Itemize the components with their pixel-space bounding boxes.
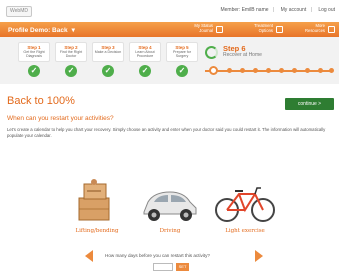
days-question: How many days before you can restart thi… (105, 253, 210, 258)
days-input[interactable] (153, 263, 173, 271)
menu-bar: Profile Demo: Back ▾ My Status Journal Tr… (0, 22, 339, 37)
top-bar: WebMD Member: EmilB name | My account | … (0, 0, 339, 22)
next-arrow-icon[interactable] (255, 250, 263, 262)
treatment-options-button[interactable]: Treatment Options (232, 23, 284, 36)
profile-title[interactable]: Profile Demo: Back ▾ (8, 26, 75, 34)
member-name: Member: EmilB name (220, 7, 269, 13)
step-2[interactable]: Step 2 Find the Right Doctor (55, 42, 87, 62)
progress-dot[interactable] (305, 68, 310, 73)
current-step-label: Recover at Home (223, 52, 262, 58)
progress-dot[interactable] (266, 68, 271, 73)
section-subhead: When can you restart your activities? (7, 115, 114, 122)
step-4[interactable]: Step 4 Learn About Procedure (129, 42, 161, 62)
progress-dot[interactable] (240, 68, 245, 73)
menu-button-label: Options (258, 28, 273, 33)
activity-driving[interactable]: Driving (130, 178, 210, 240)
menu-button-label: Journal (199, 28, 213, 33)
check-icon: ✓ (139, 65, 151, 77)
steps-strip: Step 1 Get the Right Diagnosis Step 2 Fi… (0, 37, 339, 84)
check-icon: ✓ (65, 65, 77, 77)
profile-title-label: Profile Demo: Back (8, 27, 68, 34)
link-separator: | (272, 7, 275, 13)
page-title: Back to 100% (7, 95, 75, 107)
journal-icon (216, 26, 223, 33)
continue-button[interactable]: continue > (285, 98, 334, 110)
check-icon: ✓ (102, 65, 114, 77)
progress-ring-icon (205, 46, 218, 59)
step-1[interactable]: Step 1 Get the Right Diagnosis (18, 42, 50, 62)
resources-icon (328, 26, 335, 33)
step-label: Get the Right Diagnosis (23, 50, 45, 58)
car-icon (143, 191, 197, 221)
intro-text: Let's create a calendar to help you char… (7, 127, 326, 138)
activity-label: Lifting/bending (75, 228, 119, 234)
activity-lifting[interactable]: Lifting/bending (57, 178, 137, 240)
step-3[interactable]: Step 3 Make a Decision (92, 42, 124, 62)
progress-dot[interactable] (253, 68, 258, 73)
chevron-down-icon[interactable]: ▾ (72, 27, 75, 34)
my-status-journal-button[interactable]: My Status Journal (168, 23, 224, 36)
boxes-icon (78, 179, 110, 221)
progress-dot[interactable] (292, 68, 297, 73)
options-icon (276, 26, 283, 33)
check-icon: ✓ (28, 65, 40, 77)
my-account-link[interactable]: My account (281, 7, 307, 13)
menu-button-label: Resources (304, 28, 325, 33)
previous-arrow-icon[interactable] (85, 250, 93, 262)
bicycle-icon (215, 187, 275, 222)
progress-dot[interactable] (279, 68, 284, 73)
activity-label: Driving (159, 228, 181, 234)
link-separator: | (310, 7, 312, 13)
step-label: Find the Right Doctor (59, 50, 83, 58)
more-resources-button[interactable]: More Resources (290, 23, 336, 36)
step-label: Make a Decision (94, 50, 122, 54)
step-label: Learn About Procedure (135, 50, 155, 58)
set-button[interactable]: SET (176, 263, 189, 271)
step-label: Prepare for Surgery (173, 50, 191, 58)
activity-label: Light exercise (225, 228, 265, 234)
account-links: Member: EmilB name | My account | Log ou… (218, 7, 335, 13)
log-out-link[interactable]: Log out (318, 7, 335, 13)
check-icon: ✓ (176, 65, 188, 77)
progress-dot[interactable] (318, 68, 323, 73)
step-5[interactable]: Step 5 Prepare for Surgery (166, 42, 198, 62)
progress-dot[interactable] (329, 68, 334, 73)
activity-light-exercise[interactable]: Light exercise (205, 178, 285, 240)
logo[interactable]: WebMD (6, 6, 32, 17)
progress-dot-current[interactable] (209, 66, 218, 75)
progress-dot[interactable] (227, 68, 232, 73)
